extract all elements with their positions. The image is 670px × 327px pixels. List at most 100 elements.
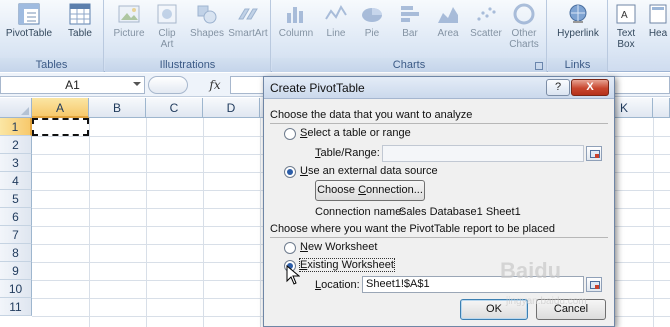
ribbon-group-charts: Column Line Pie Bar Area Scatter Other C… — [272, 0, 547, 72]
area-chart-label: Area — [437, 28, 459, 39]
line-chart-label: Line — [326, 28, 346, 39]
connection-name-label: Connection name: — [315, 206, 405, 218]
hyperlink-button[interactable]: Hyperlink — [552, 3, 604, 56]
watermark-subtext: jingyan.baidu.com — [506, 296, 587, 307]
select-all-corner[interactable] — [0, 98, 32, 118]
row-header-7[interactable]: 7 — [0, 226, 32, 244]
smartart-button[interactable]: SmartArt — [227, 3, 269, 56]
table-icon — [69, 3, 91, 25]
row-header-11[interactable]: 11 — [0, 298, 32, 316]
watermark-text: Baidu — [500, 258, 562, 283]
formula-bar-splitter[interactable] — [148, 76, 188, 94]
row-header-2[interactable]: 2 — [0, 136, 32, 154]
smartart-label: SmartArt — [228, 28, 268, 39]
location-label: Location: — [315, 279, 360, 291]
picture-button[interactable]: Picture — [109, 3, 149, 56]
pivottable-icon — [18, 3, 40, 25]
column-header-b[interactable]: B — [89, 98, 146, 118]
dialog-title: Create PivotTable — [270, 81, 365, 95]
row-header-4[interactable]: 4 — [0, 172, 32, 190]
area-chart-icon — [437, 3, 459, 25]
scatter-chart-button[interactable]: Scatter — [466, 3, 506, 56]
charts-dialog-launcher[interactable] — [535, 62, 543, 70]
row-header-3[interactable]: 3 — [0, 154, 32, 172]
help-button[interactable]: ? — [546, 79, 570, 96]
baidu-watermark: Baidu jingyan.baidu.com — [500, 258, 660, 318]
column-chart-button[interactable]: Column — [276, 3, 316, 56]
radio-select-table[interactable] — [284, 128, 296, 140]
radio-new-worksheet[interactable] — [284, 242, 296, 254]
table-range-label: Table/Range: — [315, 147, 380, 159]
pivottable-button[interactable]: PivotTable — [3, 3, 55, 56]
pivottable-label: PivotTable — [5, 28, 53, 39]
shapes-icon — [196, 3, 218, 25]
row-header-5[interactable]: 5 — [0, 190, 32, 208]
section-data-label: Choose the data that you want to analyze — [270, 109, 473, 121]
header-footer-button[interactable]: Hea — [645, 3, 670, 56]
table-range-input[interactable] — [382, 145, 584, 162]
name-box[interactable]: A1 — [0, 76, 145, 94]
row-header-1[interactable]: 1 — [0, 118, 32, 136]
hyperlink-icon — [567, 3, 589, 25]
gridline — [260, 118, 261, 327]
close-button[interactable]: X — [571, 79, 609, 96]
ribbon-group-label-links: Links — [548, 58, 607, 72]
pie-chart-button[interactable]: Pie — [352, 3, 392, 56]
text-box-button[interactable]: A Text Box — [613, 3, 639, 56]
other-charts-button[interactable]: Other Charts — [504, 3, 544, 56]
column-header-a[interactable]: A — [32, 98, 89, 118]
insert-function-button[interactable]: fx — [205, 76, 225, 94]
row-header-6[interactable]: 6 — [0, 208, 32, 226]
row-header-9[interactable]: 9 — [0, 262, 32, 280]
clip-art-button[interactable]: Clip Art — [149, 3, 185, 56]
clip-art-label: Clip Art — [158, 28, 176, 50]
ribbon-group-label-tables: Tables — [0, 58, 103, 72]
scatter-chart-label: Scatter — [470, 28, 502, 39]
radio-existing-worksheet-label[interactable]: Existing Worksheet — [299, 258, 395, 272]
connection-name-value: Sales Database1 Sheet1 — [399, 206, 521, 218]
ribbon-group-links: Hyperlink Links — [548, 0, 608, 72]
text-box-label: Text Box — [616, 28, 636, 50]
svg-text:A: A — [621, 10, 628, 21]
gridline — [146, 118, 147, 327]
radio-select-table-label[interactable]: Select a table or range — [300, 127, 411, 139]
picture-icon — [118, 3, 140, 25]
selected-cell-a1[interactable] — [32, 118, 89, 136]
radio-external-source-label[interactable]: Use an external data source — [300, 165, 438, 177]
column-header-l[interactable] — [653, 98, 670, 118]
ribbon-group-illustrations: Picture Clip Art Shapes SmartArt Illustr… — [105, 0, 271, 72]
ribbon-group-tables: PivotTable Table Tables — [0, 0, 104, 72]
ribbon-group-label-illustrations: Illustrations — [105, 58, 270, 72]
table-label: Table — [68, 28, 92, 39]
picture-label: Picture — [113, 28, 145, 39]
row-header-8[interactable]: 8 — [0, 244, 32, 262]
bar-chart-button[interactable]: Bar — [390, 3, 430, 56]
pie-chart-icon — [361, 3, 383, 25]
row-header-10[interactable]: 10 — [0, 280, 32, 298]
area-chart-button[interactable]: Area — [428, 3, 468, 56]
text-box-icon: A — [615, 3, 637, 25]
smartart-icon — [237, 3, 259, 25]
radio-new-worksheet-label[interactable]: New Worksheet — [300, 241, 377, 253]
column-header-d[interactable]: D — [203, 98, 260, 118]
bar-chart-icon — [399, 3, 421, 25]
section-placement-label: Choose where you want the PivotTable rep… — [270, 223, 555, 235]
line-chart-icon — [325, 3, 347, 25]
column-header-c[interactable]: C — [146, 98, 203, 118]
table-button[interactable]: Table — [60, 3, 100, 56]
hyperlink-label: Hyperlink — [557, 28, 599, 39]
gridline — [89, 118, 90, 327]
name-box-dropdown-icon[interactable] — [133, 82, 141, 86]
pie-chart-label: Pie — [364, 28, 380, 39]
collapse-dialog-icon[interactable] — [586, 146, 602, 161]
section-divider — [270, 123, 608, 124]
shapes-button[interactable]: Shapes — [187, 3, 227, 56]
header-footer-icon — [647, 3, 669, 25]
dialog-titlebar[interactable]: Create PivotTable ? X — [264, 77, 614, 99]
other-charts-label: Other Charts — [509, 28, 539, 50]
radio-external-source[interactable] — [284, 166, 296, 178]
section-divider — [270, 237, 608, 238]
line-chart-button[interactable]: Line — [316, 3, 356, 56]
ribbon-group-text: A Text Box Hea — [609, 0, 670, 72]
choose-connection-button[interactable]: Choose Connection... — [315, 180, 425, 201]
